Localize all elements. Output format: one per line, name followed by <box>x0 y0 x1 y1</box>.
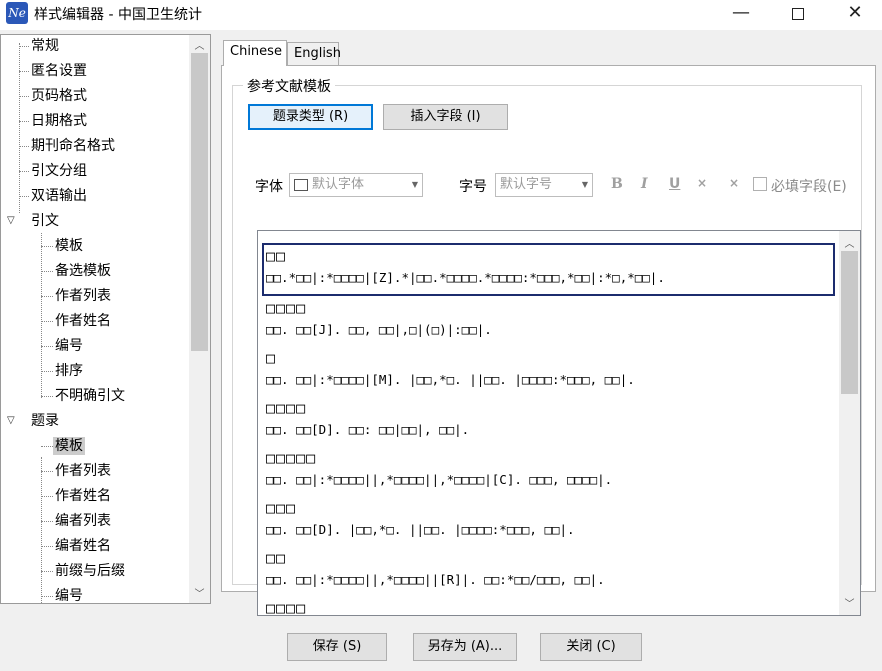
format-toolbar: 字体 默认字体 ▼ 字号 默认字号 ▼ B I U × × 必填字段(E) <box>253 173 863 199</box>
required-field-checkbox[interactable] <box>753 177 767 191</box>
minimize-button[interactable]: — <box>718 0 764 28</box>
tree-item-bilingual-output[interactable]: 双语输出 <box>17 185 87 207</box>
tree-connector <box>19 71 29 72</box>
title-bar: Ne 样式编辑器 - 中国卫生统计 — ✕ <box>0 0 882 30</box>
tree-item-bib-author-list[interactable]: 作者列表 <box>41 460 111 482</box>
tree-item-citation-author-list[interactable]: 作者列表 <box>41 285 111 307</box>
tree-connector <box>41 271 53 272</box>
tree-connector <box>41 446 53 447</box>
window-title: 样式编辑器 - 中国卫生统计 <box>34 7 202 23</box>
tree-connector <box>41 596 53 597</box>
chevron-down-icon[interactable]: ▽ <box>7 215 15 226</box>
tree-item-date-format[interactable]: 日期格式 <box>17 110 87 132</box>
list-item[interactable]: □ □□. □□|:*□□□□|[M]. |□□,*□. ||□□. |□□□□… <box>266 347 838 391</box>
editor-scroll-thumb[interactable] <box>841 251 858 394</box>
tree-item-bib-numbering[interactable]: 编号 <box>41 585 83 603</box>
font-select[interactable]: 默认字体 ▼ <box>289 173 423 197</box>
superscript-icon[interactable]: × <box>697 176 707 190</box>
save-as-button[interactable]: 另存为 (A)... <box>413 633 517 661</box>
language-tabs: Chinese English 参考文献模板 题录类型 (R) 插入字段 (I)… <box>221 40 876 616</box>
subscript-icon[interactable]: × <box>729 176 739 190</box>
tree-item-citation-template[interactable]: 模板 <box>41 235 83 257</box>
list-item[interactable]: □□□□□ □□. □□|:*□□□□||,*□□□□||,*□□□□|[C].… <box>266 447 838 491</box>
tab-chinese[interactable]: Chinese <box>223 40 287 66</box>
tree-connector <box>19 121 29 122</box>
tree-connector <box>41 246 53 247</box>
tree-item-prefix-suffix[interactable]: 前缀与后缀 <box>41 560 125 582</box>
list-item[interactable]: □□ □□. □□|:*□□□□||,*□□□□||[R]|. □□:*□□/□… <box>266 547 838 591</box>
tree-item-citation-author-name[interactable]: 作者姓名 <box>41 310 111 332</box>
tree-scrollbar[interactable]: ︿ ﹀ <box>189 35 210 603</box>
tree-connector <box>41 521 53 522</box>
close-button[interactable]: 关闭 (C) <box>540 633 642 661</box>
italic-icon[interactable]: I <box>641 176 648 192</box>
tree-item-citation-sorting[interactable]: 排序 <box>41 360 83 382</box>
size-select[interactable]: 默认字号 ▼ <box>495 173 593 197</box>
chevron-down-icon[interactable]: ▽ <box>7 415 15 426</box>
tree-item-bibliography[interactable]: 题录 <box>17 410 59 432</box>
template-groupbox: 参考文献模板 题录类型 (R) 插入字段 (I) 字体 默认字体 ▼ 字号 默认… <box>232 76 863 616</box>
settings-tree[interactable]: 常规 匿名设置 页码格式 日期格式 期刊命名格式 引文分组 双语输出 ▽ 引文 … <box>0 34 211 604</box>
tree-item-editor-list[interactable]: 编者列表 <box>41 510 111 532</box>
tree-connector <box>19 171 29 172</box>
tree-connector <box>41 571 53 572</box>
chevron-down-icon: ▼ <box>581 180 588 189</box>
tree-connector <box>41 396 53 397</box>
reference-type-button[interactable]: 题录类型 (R) <box>248 104 373 130</box>
scroll-down-icon[interactable]: ﹀ <box>839 595 860 610</box>
editor-scrollbar[interactable]: ︿ ﹀ <box>839 231 860 615</box>
group-title: 参考文献模板 <box>243 76 335 96</box>
tree-connector <box>41 546 53 547</box>
tree-item-citation-numbering[interactable]: 编号 <box>41 335 83 357</box>
maximize-icon <box>792 8 804 20</box>
tab-english[interactable]: English <box>287 42 341 66</box>
tree-scroll-thumb[interactable] <box>191 53 208 351</box>
font-select-value: 默认字体 <box>312 177 365 192</box>
list-item[interactable]: □□□□ □□. □□[D]. □□: □□|□□|, □□|. <box>266 397 838 441</box>
size-select-value: 默认字号 <box>500 177 553 192</box>
tree-connector <box>19 146 29 147</box>
tree-item-citations[interactable]: 引文 <box>17 210 59 232</box>
tree-item-general[interactable]: 常规 <box>17 35 59 57</box>
tree-connector <box>19 196 29 197</box>
tree-item-alternate-template[interactable]: 备选模板 <box>41 260 111 282</box>
close-window-button[interactable]: ✕ <box>832 0 878 28</box>
template-editor[interactable]: □□ □□.*□□|:*□□□□|[Z].*|□□.*□□□□.*□□□□:*□… <box>257 230 861 616</box>
tree-item-anonymous[interactable]: 匿名设置 <box>17 60 87 82</box>
bold-icon[interactable]: B <box>611 176 623 192</box>
tree-item-journal-names[interactable]: 期刊命名格式 <box>17 135 115 157</box>
tree-connector <box>41 496 53 497</box>
tree-connector <box>19 96 29 97</box>
tree-connector <box>19 46 29 47</box>
font-label: 字体 <box>255 179 283 195</box>
scroll-up-icon[interactable]: ︿ <box>839 235 860 250</box>
chevron-down-icon: ▼ <box>411 180 418 189</box>
tree-connector <box>41 371 53 372</box>
size-label: 字号 <box>459 179 487 195</box>
tree-item-citation-grouping[interactable]: 引文分组 <box>17 160 87 182</box>
scroll-up-icon[interactable]: ︿ <box>189 37 210 52</box>
list-item[interactable]: □□□□ □□. □□[J]. □□, □□|,□|(□)|:□□|. <box>266 297 838 341</box>
tree-connector <box>41 346 53 347</box>
tree-item-ambiguous-citations[interactable]: 不明确引文 <box>41 385 125 407</box>
tree-connector <box>41 321 53 322</box>
tree-item-editor-name[interactable]: 编者姓名 <box>41 535 111 557</box>
tree-item-bibliography-template[interactable]: 模板 <box>41 435 85 457</box>
app-icon: Ne <box>6 2 28 24</box>
tree-item-bib-author-name[interactable]: 作者姓名 <box>41 485 111 507</box>
list-item[interactable]: □□□ □□. □□[D]. |□□,*□. ||□□. |□□□□:*□□□,… <box>266 497 838 541</box>
required-field-label: 必填字段(E) <box>771 179 847 195</box>
maximize-button[interactable] <box>775 0 821 28</box>
tab-panel: 参考文献模板 题录类型 (R) 插入字段 (I) 字体 默认字体 ▼ 字号 默认… <box>221 65 876 616</box>
list-item[interactable]: □□ □□.*□□|:*□□□□|[Z].*|□□.*□□□□.*□□□□:*□… <box>266 245 838 289</box>
scroll-down-icon[interactable]: ﹀ <box>189 585 210 600</box>
save-button[interactable]: 保存 (S) <box>287 633 387 661</box>
insert-field-button[interactable]: 插入字段 (I) <box>383 104 508 130</box>
tree-connector <box>41 471 53 472</box>
font-icon <box>294 178 308 191</box>
tree-item-page-format[interactable]: 页码格式 <box>17 85 87 107</box>
underline-icon[interactable]: U <box>669 176 680 192</box>
list-item[interactable]: □□□□ <box>266 597 838 615</box>
tree-connector <box>41 296 53 297</box>
